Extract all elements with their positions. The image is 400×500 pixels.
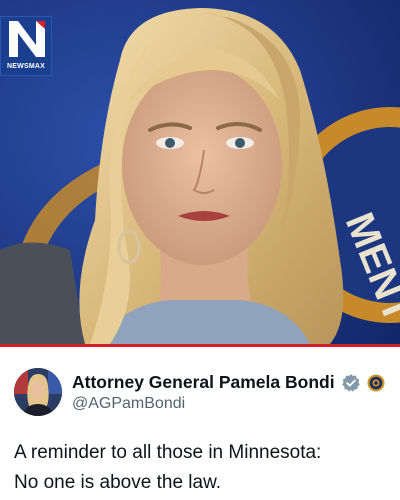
news-photo: MENT NEWSMAX [0, 0, 400, 344]
account-display-name[interactable]: Attorney General Pamela Bondi [72, 372, 335, 393]
post-text-line: A reminder to all those in Minnesota: [14, 442, 322, 463]
government-seal-icon [367, 373, 385, 392]
avatar-image [14, 368, 62, 416]
newsmax-brand-text: NEWSMAX [7, 63, 45, 70]
account-handle[interactable]: @AGPamBondi [72, 395, 185, 413]
newsmax-logo: NEWSMAX [0, 16, 52, 76]
account-name-row: Attorney General Pamela Bondi [72, 372, 385, 393]
post-text: A reminder to all those in Minnesota: No… [14, 438, 394, 498]
woman-portrait: MENT [0, 0, 400, 344]
verified-badge-icon [341, 373, 360, 392]
newsmax-n-icon [9, 21, 45, 57]
post-text-line: No one is above the law. [14, 472, 222, 493]
avatar[interactable] [14, 368, 62, 416]
